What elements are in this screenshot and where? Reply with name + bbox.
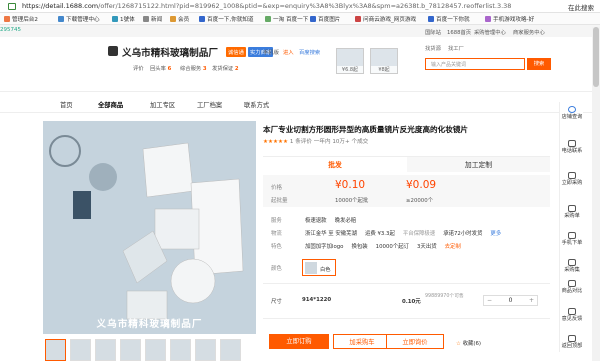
thumbnail[interactable]: [120, 339, 141, 361]
search-here-label[interactable]: 在此搜索: [568, 2, 594, 12]
price-panel: 价格 起批量 ¥0.10 10000个起批 ¥0.09 ≥20000个: [263, 175, 550, 207]
bookmarks-bar: 管理后台2 下载管理中心 1號体 新闻 会员 百度一下,你就知道 一淘 百度一下…: [0, 13, 600, 25]
search-button[interactable]: 搜索: [527, 58, 551, 70]
price-tier-1: ¥0.10: [335, 179, 366, 191]
search-tab-goods[interactable]: 找货源: [425, 44, 441, 52]
search-input[interactable]: 输入产品关键词: [425, 58, 525, 70]
shop-tag[interactable]: 进入: [283, 48, 294, 56]
search-tab-factory[interactable]: 找工厂: [448, 44, 464, 52]
lock-icon: [8, 3, 16, 10]
custom-row: 特色 加固加字加logo 换包装 10000个起订 3天出货 去定制: [271, 244, 461, 250]
address-bar[interactable]: https://detail.1688.com/offer/1268715122…: [0, 0, 600, 13]
sidebar-phone[interactable]: 电话联系: [560, 140, 584, 154]
price-tabs: 批发 加工定制: [263, 156, 550, 172]
gallery-caption: 义乌市精科玻璃制品厂: [96, 319, 203, 330]
sidebar-mobile[interactable]: 手机下单: [560, 232, 584, 246]
sidebar-compare[interactable]: 商品对比: [560, 280, 584, 294]
bookmark-item[interactable]: 1號体: [112, 15, 135, 23]
sidebar-shop-query[interactable]: 店铺查询: [560, 106, 584, 120]
moq-tier-2: ≥20000个: [406, 198, 434, 204]
thumbnail[interactable]: [45, 339, 66, 361]
nav-processing[interactable]: 加工专区: [150, 100, 175, 109]
thumbnail[interactable]: [170, 339, 191, 361]
increment-button[interactable]: +: [526, 297, 537, 304]
thumbnail[interactable]: [95, 339, 116, 361]
nav-factory[interactable]: 工厂档案: [197, 100, 222, 109]
bookmark-item[interactable]: 下载管理中心: [58, 15, 100, 23]
bookmark-item[interactable]: 百度图片: [310, 15, 340, 23]
url-text[interactable]: https://detail.1688.com/offer/1268715122…: [22, 2, 511, 10]
color-label: 颜色: [271, 266, 282, 272]
topbar-link[interactable]: 商家服务中心: [513, 28, 545, 36]
price-label: 价格: [271, 185, 283, 191]
size-value: 914*1220: [302, 297, 332, 303]
sidebar-back-top[interactable]: 返回顶部: [560, 335, 584, 349]
topbar-link[interactable]: 采购管理中心: [474, 28, 506, 36]
moq-label: 起批量: [271, 198, 288, 204]
decrement-button[interactable]: −: [484, 297, 495, 304]
shop-logo: [108, 46, 118, 56]
bookmark-item[interactable]: 一淘 百度一下: [265, 15, 308, 23]
inquire-button[interactable]: 立即询价: [386, 334, 444, 349]
topbar-link[interactable]: 国际站: [425, 28, 441, 36]
price-tier-2: ¥0.09: [406, 179, 437, 191]
mobile-link[interactable]: 手机版: [263, 48, 279, 56]
bookmark-item[interactable]: 管理后台2: [4, 15, 38, 23]
service-label: 综合服务 3: [180, 66, 207, 72]
thumbnail[interactable]: [220, 339, 241, 361]
service-row: 服务 极速退款 晚发必赔: [271, 218, 357, 224]
rating-row[interactable]: ★★★★★ 1 条评价 一年内 10万+ 个成交: [263, 137, 368, 145]
topbar-link[interactable]: 1688首页: [447, 28, 471, 36]
product-main-image[interactable]: 义乌市精科玻璃制品厂: [43, 121, 256, 334]
promo-image[interactable]: ¥6.8起: [336, 48, 364, 74]
site-topbar: 295745 国际站 1688首页 采购管理中心 商家服务中心: [0, 25, 600, 37]
bookmark-item[interactable]: 新闻: [143, 15, 162, 23]
mirror-illustration: [43, 121, 256, 334]
moq-tier-1: 10000个起批: [335, 198, 369, 204]
product-title: 本厂专业切割方形圆形异型的高质量镜片反光度高的化妆镜片: [263, 125, 469, 134]
sidebar-buy[interactable]: 立即采购: [560, 172, 584, 186]
nav-contact[interactable]: 联系方式: [244, 100, 269, 109]
sidebar-cart[interactable]: 采购单: [560, 205, 584, 219]
sidebar-collection[interactable]: 采购集: [560, 259, 584, 273]
quantity-value[interactable]: 0: [498, 297, 523, 304]
promo-image[interactable]: ¥8起: [370, 48, 398, 74]
right-sidebar: 店铺查询 电话联系 立即采购 采购单 手机下单 采购集 商品对比 意见反馈 返回…: [559, 102, 583, 352]
thumbnail[interactable]: [195, 339, 216, 361]
bookmark-item[interactable]: 百度一下,你就知道: [199, 15, 254, 23]
color-option-white[interactable]: 白色: [302, 259, 336, 276]
tab-custom[interactable]: 加工定制: [407, 156, 550, 172]
size-label: 尺寸: [271, 299, 282, 305]
divider: [0, 91, 600, 92]
ship-label: 发货保证 2: [212, 66, 239, 72]
buy-now-button[interactable]: 立即订购: [269, 334, 329, 349]
size-price: 0.10元: [402, 299, 421, 305]
shop-tag[interactable]: 百度搜索: [299, 48, 320, 56]
favorite-link[interactable]: ☆ 收藏(6): [456, 339, 481, 347]
bookmark-item[interactable]: 问商云游戏_网页游戏: [355, 15, 416, 23]
thumbnail[interactable]: [145, 339, 166, 361]
scrollbar-thumb[interactable]: [593, 27, 599, 87]
add-cart-button[interactable]: 加采购车: [333, 334, 391, 349]
shop-name[interactable]: 义乌市精科玻璃制品厂: [122, 45, 218, 59]
divider: [0, 112, 600, 113]
sidebar-feedback[interactable]: 意见反馈: [560, 308, 584, 322]
nav-all-products[interactable]: 全部商品: [98, 100, 123, 109]
eval-label: 评价: [133, 66, 144, 72]
tab-wholesale[interactable]: 批发: [263, 156, 407, 172]
bookmark-item[interactable]: 手机游戏攻略-好: [485, 15, 534, 23]
bookmark-item[interactable]: 百度一下你就: [428, 15, 470, 23]
repurchase-label: 回头率 6: [150, 66, 172, 72]
bookmark-item[interactable]: 会员: [170, 15, 189, 23]
thumbnail[interactable]: [70, 339, 91, 361]
nav-home[interactable]: 首页: [60, 100, 73, 109]
member-id: 295745: [0, 27, 21, 33]
quantity-stepper[interactable]: − 0 +: [483, 295, 538, 306]
trust-badge: 诚信通: [226, 47, 246, 57]
stock-text: 99889970个可售: [425, 294, 464, 299]
scrollbar[interactable]: [592, 27, 600, 361]
shipping-row: 物流 浙江金华 至 安徽芜湖 运费 ¥3.3起 平台保障极速 承诺72小时发货 更多: [271, 231, 502, 237]
